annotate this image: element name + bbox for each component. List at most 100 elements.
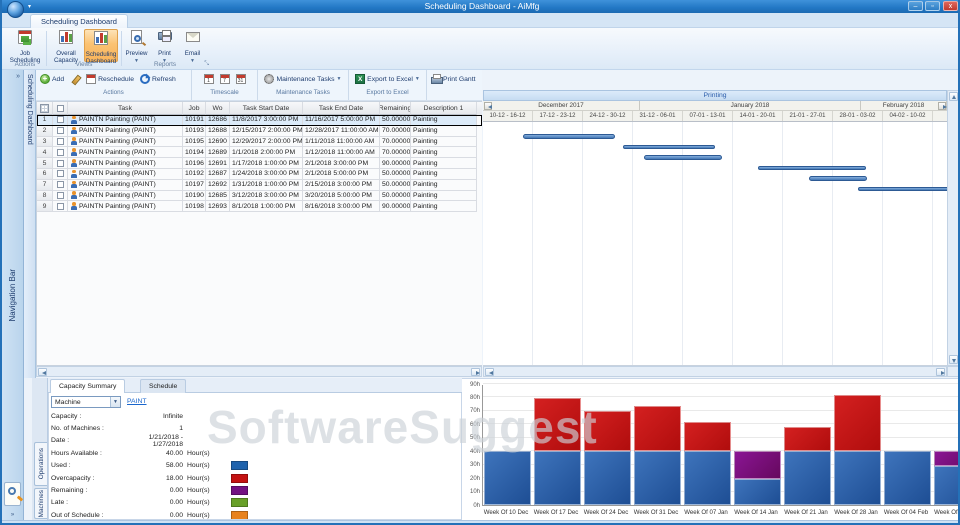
checkbox[interactable] bbox=[57, 116, 64, 123]
close-button[interactable]: x bbox=[943, 1, 958, 11]
table-row[interactable]: 4PAINTN Painting (PAINT)10194126891/1/20… bbox=[37, 147, 482, 158]
gantt-task-bar[interactable] bbox=[623, 145, 715, 150]
scroll-left-icon[interactable] bbox=[38, 368, 47, 376]
table-row[interactable]: 9PAINTN Painting (PAINT)10198126938/1/20… bbox=[37, 201, 482, 212]
machine-selector[interactable]: Machine ▼ bbox=[51, 396, 121, 408]
tab-schedule[interactable]: Schedule bbox=[140, 379, 186, 393]
print-gantt-button[interactable]: Print Gantt bbox=[429, 73, 478, 85]
chart-bar-segment-overcapacity bbox=[684, 422, 731, 452]
vertical-tab-scheduling-dashboard[interactable]: Scheduling Dashboard bbox=[24, 70, 36, 378]
reschedule-button[interactable]: Reschedule bbox=[84, 73, 136, 85]
navigation-bar[interactable]: » Navigation Bar » bbox=[2, 70, 24, 520]
timescale-day-button[interactable]: 1 bbox=[202, 73, 216, 85]
column-header-job[interactable]: Job bbox=[183, 102, 206, 115]
tab-capacity-summary[interactable]: Capacity Summary bbox=[50, 379, 125, 394]
gantt-week-label: 11-0 bbox=[933, 111, 947, 122]
checkbox[interactable] bbox=[57, 149, 64, 156]
column-header-task-end-date[interactable]: Task End Date bbox=[303, 102, 380, 115]
gantt-vertical-scrollbar[interactable] bbox=[947, 90, 960, 366]
quick-access-dropdown-icon[interactable]: ▾ bbox=[28, 3, 31, 10]
scroll-right-icon[interactable] bbox=[936, 368, 945, 376]
email-icon bbox=[184, 30, 202, 46]
x-axis-category-label: Week Of 17 Dec bbox=[531, 509, 581, 516]
maintenance-tasks-button[interactable]: Maintenance Tasks▼ bbox=[262, 73, 343, 85]
column-header-description-1[interactable]: Description 1 bbox=[411, 102, 477, 115]
nav-search-button[interactable] bbox=[4, 482, 21, 506]
checkbox[interactable] bbox=[57, 127, 64, 134]
side-tab-machines[interactable]: Machines bbox=[34, 488, 47, 519]
minimize-button[interactable]: – bbox=[908, 1, 923, 11]
cell-wo: 12691 bbox=[206, 158, 230, 169]
cell-remaining: 70.000000 bbox=[380, 137, 411, 148]
timescale-month-button[interactable]: 31 bbox=[234, 73, 248, 85]
table-row[interactable]: 2PAINTN Painting (PAINT)101931268812/15/… bbox=[37, 126, 482, 137]
checkbox[interactable] bbox=[57, 181, 64, 188]
table-row[interactable]: 3PAINTN Painting (PAINT)101951269012/29/… bbox=[37, 137, 482, 148]
toolbar-group-label-maintenance: Maintenance Tasks bbox=[258, 89, 348, 96]
overall-capacity-button[interactable]: Overall Capacity bbox=[49, 29, 83, 62]
edit-button[interactable] bbox=[68, 73, 82, 85]
gantt-task-bar[interactable] bbox=[758, 166, 866, 171]
checkbox[interactable] bbox=[57, 170, 64, 177]
capacity-row-label: Remaining : bbox=[51, 487, 143, 494]
refresh-button[interactable]: Refresh bbox=[138, 73, 178, 85]
dialog-launcher-icon[interactable]: ⤡ bbox=[204, 61, 209, 68]
side-tab-operations[interactable]: Operations bbox=[34, 442, 47, 486]
gantt-scroll-left-icon[interactable] bbox=[484, 102, 492, 110]
checkbox[interactable] bbox=[57, 138, 64, 145]
table-row[interactable]: 7PAINTN Painting (PAINT)10197126921/31/2… bbox=[37, 180, 482, 191]
add-button[interactable]: +Add bbox=[38, 73, 66, 85]
timescale-week-button[interactable]: 7 bbox=[218, 73, 232, 85]
checkbox[interactable] bbox=[57, 160, 64, 167]
select-all-header[interactable] bbox=[53, 102, 68, 115]
cell-end: 2/1/2018 3:00:00 PM bbox=[303, 158, 380, 169]
scroll-left-icon[interactable] bbox=[485, 368, 494, 376]
gantt-task-bar[interactable] bbox=[644, 155, 722, 160]
chart-bar-segment-used bbox=[784, 451, 831, 505]
gantt-grid-column bbox=[783, 122, 833, 365]
machine-link[interactable]: PAINT bbox=[127, 398, 147, 405]
ribbon: Job Scheduling Actions Overall Capacity … bbox=[2, 28, 960, 70]
gantt-task-bar[interactable] bbox=[858, 187, 947, 192]
scroll-right-icon[interactable] bbox=[471, 368, 480, 376]
checkbox[interactable] bbox=[57, 105, 64, 112]
gantt-week-label: 21-01 - 27-01 bbox=[783, 111, 833, 122]
table-row[interactable]: 6PAINTN Painting (PAINT)10192126871/24/2… bbox=[37, 169, 482, 180]
table-horizontal-scrollbar[interactable] bbox=[36, 366, 482, 377]
export-to-excel-button[interactable]: XExport to Excel▼ bbox=[353, 73, 422, 85]
grid-selector-icon bbox=[40, 104, 49, 113]
job-scheduling-button[interactable]: Job Scheduling bbox=[8, 29, 42, 62]
capacity-tab-bar: Capacity Summary Schedule bbox=[48, 378, 462, 393]
checkbox[interactable] bbox=[57, 192, 64, 199]
row-selector-header[interactable] bbox=[37, 102, 53, 115]
app-menu-orb-icon[interactable] bbox=[7, 1, 24, 18]
checkbox[interactable] bbox=[57, 203, 64, 210]
chart-bar-segment-overcapacity bbox=[784, 427, 831, 451]
capacity-row-unit: Hour(s) bbox=[183, 499, 217, 506]
column-header-task-start-date[interactable]: Task Start Date bbox=[230, 102, 303, 115]
gantt-task-bar[interactable] bbox=[523, 134, 615, 139]
preview-button[interactable]: Preview▼ bbox=[123, 29, 150, 62]
column-header-task[interactable]: Task bbox=[68, 102, 183, 115]
column-header-wo[interactable]: Wo bbox=[206, 102, 230, 115]
cell-job: 10194 bbox=[183, 147, 206, 158]
email-button[interactable]: Email▼ bbox=[179, 29, 206, 62]
table-row[interactable]: 5PAINTN Painting (PAINT)10196126911/17/2… bbox=[37, 158, 482, 169]
person-icon bbox=[70, 202, 77, 210]
chevron-down-icon: ▼ bbox=[415, 76, 420, 82]
tab-scheduling-dashboard[interactable]: Scheduling Dashboard bbox=[30, 14, 128, 28]
refresh-icon bbox=[140, 74, 150, 84]
nav-overflow-chevron-icon[interactable]: » bbox=[2, 512, 23, 518]
table-row[interactable]: 8PAINTN Painting (PAINT)10190126853/12/2… bbox=[37, 191, 482, 202]
column-header-remaining[interactable]: Remaining bbox=[380, 102, 411, 115]
print-button[interactable]: Print▼ bbox=[151, 29, 178, 62]
cell-start: 12/15/2017 2:00:00 PM bbox=[230, 126, 303, 137]
scheduling-dashboard-button[interactable]: Scheduling Dashboard bbox=[84, 29, 118, 62]
gantt-horizontal-scrollbar[interactable] bbox=[483, 366, 947, 377]
gantt-task-bar[interactable] bbox=[809, 176, 867, 181]
table-row[interactable]: 1PAINTN Painting (PAINT)101911268611/8/2… bbox=[37, 115, 482, 126]
gantt-scroll-right-icon[interactable] bbox=[938, 102, 946, 110]
scroll-down-icon[interactable] bbox=[949, 355, 958, 364]
maximize-button[interactable]: ▫ bbox=[925, 1, 940, 11]
scroll-up-icon[interactable] bbox=[949, 92, 958, 101]
